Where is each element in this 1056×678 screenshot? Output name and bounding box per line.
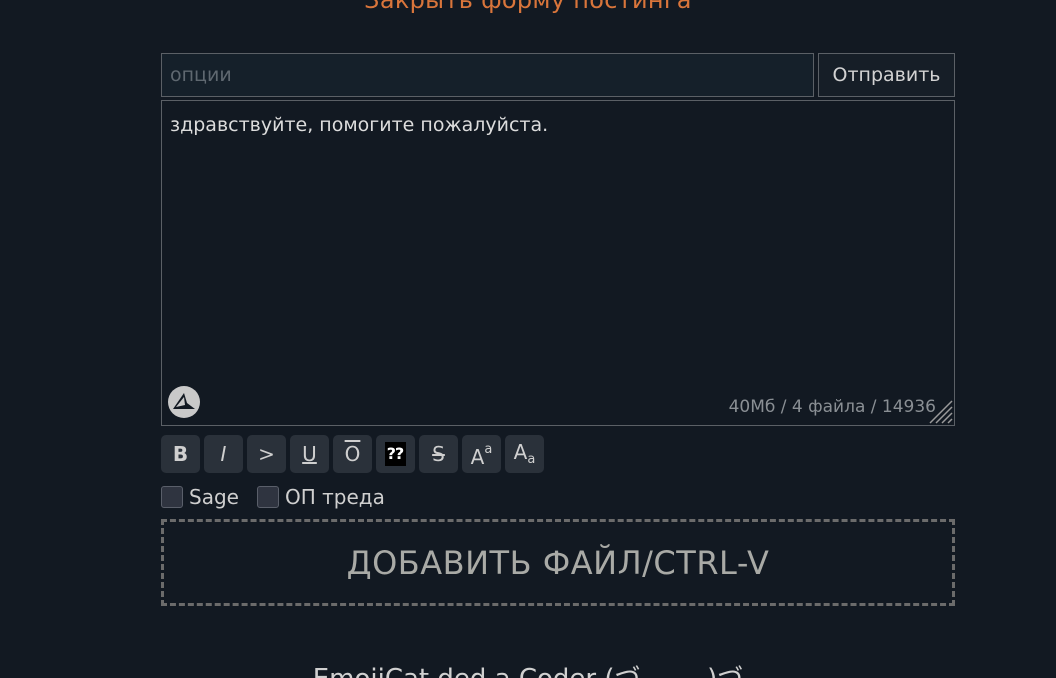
op-thread-checkbox-box[interactable] — [256, 486, 279, 508]
subscript-button[interactable]: Aa — [505, 435, 544, 473]
quote-button[interactable]: > — [247, 435, 286, 473]
close-form-link[interactable]: Закрыть форму постинга — [0, 0, 1056, 14]
sage-label: Sage — [189, 485, 239, 509]
bold-button[interactable]: B — [161, 435, 200, 473]
op-thread-checkbox[interactable]: ОП треда — [256, 485, 385, 509]
submit-button[interactable]: Отправить — [818, 53, 955, 97]
strikethrough-button[interactable]: S — [419, 435, 458, 473]
superscript-small-glyph: a — [484, 441, 493, 457]
post-options-checkboxes: Sage ОП треда — [161, 484, 403, 510]
resize-grip-icon[interactable] — [927, 398, 953, 424]
dropzone-label: ДОБАВИТЬ ФАЙЛ/CTRL-V — [346, 543, 770, 582]
italic-button[interactable]: I — [204, 435, 243, 473]
file-dropzone[interactable]: ДОБАВИТЬ ФАЙЛ/CTRL-V — [161, 519, 955, 606]
spoiler-icon: ⁇ — [385, 442, 406, 466]
footer-text: EmojiCat ded a Coder (づ ‿ ‿ )づ — [0, 664, 1056, 678]
markup-toolbar: B I > U O ⁇ S Aa Aa — [161, 435, 544, 473]
sage-checkbox-box[interactable] — [161, 486, 183, 508]
op-thread-label: ОП треда — [284, 485, 385, 509]
underline-button[interactable]: U — [290, 435, 329, 473]
sailboat-logo-icon[interactable] — [167, 385, 201, 419]
superscript-big-glyph: A — [470, 445, 485, 469]
message-textarea[interactable]: здравствуйте, помогите пожалуйста. — [162, 101, 954, 425]
subscript-big-glyph: A — [513, 440, 528, 464]
options-input[interactable] — [161, 53, 814, 97]
message-area: здравствуйте, помогите пожалуйста. 40Мб … — [161, 100, 955, 426]
sage-checkbox[interactable]: Sage — [161, 485, 239, 509]
superscript-button[interactable]: Aa — [462, 435, 501, 473]
spoiler-button[interactable]: ⁇ — [376, 435, 415, 473]
subscript-small-glyph: a — [527, 451, 536, 467]
overline-button[interactable]: O — [333, 435, 372, 473]
limits-counter: 40Мб / 4 файла / 14936 — [728, 397, 936, 417]
posting-form-page: Закрыть форму постинга Отправить здравст… — [0, 0, 1056, 678]
